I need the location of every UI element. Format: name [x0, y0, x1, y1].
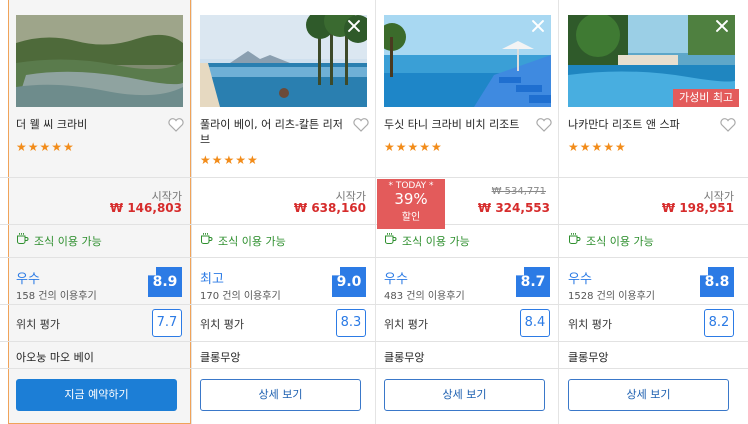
hotel-area: 클롱무앙: [384, 351, 425, 364]
review-count[interactable]: 158 건의 이용후기: [16, 287, 97, 302]
star-rating: ★★★★★: [384, 140, 443, 154]
location-rating-label: 위치 평가: [384, 318, 428, 331]
review-count[interactable]: 1528 건의 이용후기: [568, 287, 655, 302]
hotel-name[interactable]: 더 웰 씨 크라비: [16, 117, 166, 132]
location-score-badge: 8.2: [704, 309, 734, 337]
location-rating-label: 위치 평가: [568, 318, 612, 331]
row-divider: [0, 304, 748, 305]
hotel-photo[interactable]: [200, 15, 367, 107]
close-icon[interactable]: [347, 19, 361, 33]
hotel-area: 클롱무앙: [568, 351, 609, 364]
star-rating: ★★★★★: [16, 140, 75, 154]
coffee-cup-icon: [385, 233, 397, 244]
review-score-badge: 8.8: [700, 267, 734, 297]
row-divider: [0, 257, 748, 258]
column-divider: [375, 0, 376, 424]
heart-icon[interactable]: [352, 116, 370, 134]
heart-icon[interactable]: [167, 116, 185, 134]
row-divider: [0, 368, 748, 369]
view-details-button[interactable]: 상세 보기: [384, 379, 545, 411]
location-score-badge: 7.7: [152, 309, 182, 337]
review-count[interactable]: 483 건의 이용후기: [384, 287, 465, 302]
original-price: ₩ 534,771: [491, 186, 546, 197]
rating-word: 우수: [568, 272, 592, 287]
hotel-area: 클롱무앙: [200, 351, 241, 364]
location-score-badge: 8.4: [520, 309, 550, 337]
rating-word: 우수: [384, 272, 408, 287]
coffee-cup-icon: [17, 233, 29, 244]
hotel-name[interactable]: 두싯 타니 크라비 비치 리조트: [384, 117, 534, 132]
hotel-area: 아오눙 마오 베이: [16, 351, 94, 364]
row-divider: [0, 341, 748, 342]
review-score-badge: 8.7: [516, 267, 550, 297]
book-now-button[interactable]: 지금 예약하기: [16, 379, 177, 411]
best-value-badge: 가성비 최고: [673, 89, 740, 107]
heart-icon[interactable]: [535, 116, 553, 134]
row-divider: [0, 177, 748, 178]
coffee-cup-icon: [201, 233, 213, 244]
breakfast-available: 조식 이용 가능: [402, 235, 470, 248]
breakfast-available: 조식 이용 가능: [34, 235, 102, 248]
price: ₩ 146,803: [109, 201, 182, 215]
rating-word: 최고: [200, 272, 224, 287]
hotel-photo[interactable]: [16, 15, 183, 107]
view-details-button[interactable]: 상세 보기: [200, 379, 361, 411]
heart-icon[interactable]: [719, 116, 737, 134]
coffee-cup-icon: [569, 233, 581, 244]
review-count[interactable]: 170 건의 이용후기: [200, 287, 281, 302]
location-rating-label: 위치 평가: [200, 318, 244, 331]
view-details-button[interactable]: 상세 보기: [568, 379, 729, 411]
price: ₩ 198,951: [661, 201, 734, 215]
hotel-photo[interactable]: [384, 15, 551, 107]
location-rating-label: 위치 평가: [16, 318, 60, 331]
close-icon[interactable]: [715, 19, 729, 33]
hotel-name[interactable]: 풀라이 베이, 어 리츠-칼튼 리저브: [200, 117, 350, 147]
rating-word: 우수: [16, 272, 40, 287]
hotel-name[interactable]: 나카만다 리조트 앤 스파: [568, 117, 718, 132]
column-divider: [558, 0, 559, 424]
price: ₩ 638,160: [293, 201, 366, 215]
close-icon[interactable]: [531, 19, 545, 33]
price: ₩ 324,553: [477, 201, 550, 215]
review-score-badge: 9.0: [332, 267, 366, 297]
location-score-badge: 8.3: [336, 309, 366, 337]
breakfast-available: 조식 이용 가능: [218, 235, 286, 248]
star-rating: ★★★★★: [568, 140, 627, 154]
row-divider: [0, 224, 748, 225]
column-divider: [191, 0, 192, 424]
star-rating: ★★★★★: [200, 153, 259, 167]
breakfast-available: 조식 이용 가능: [586, 235, 654, 248]
